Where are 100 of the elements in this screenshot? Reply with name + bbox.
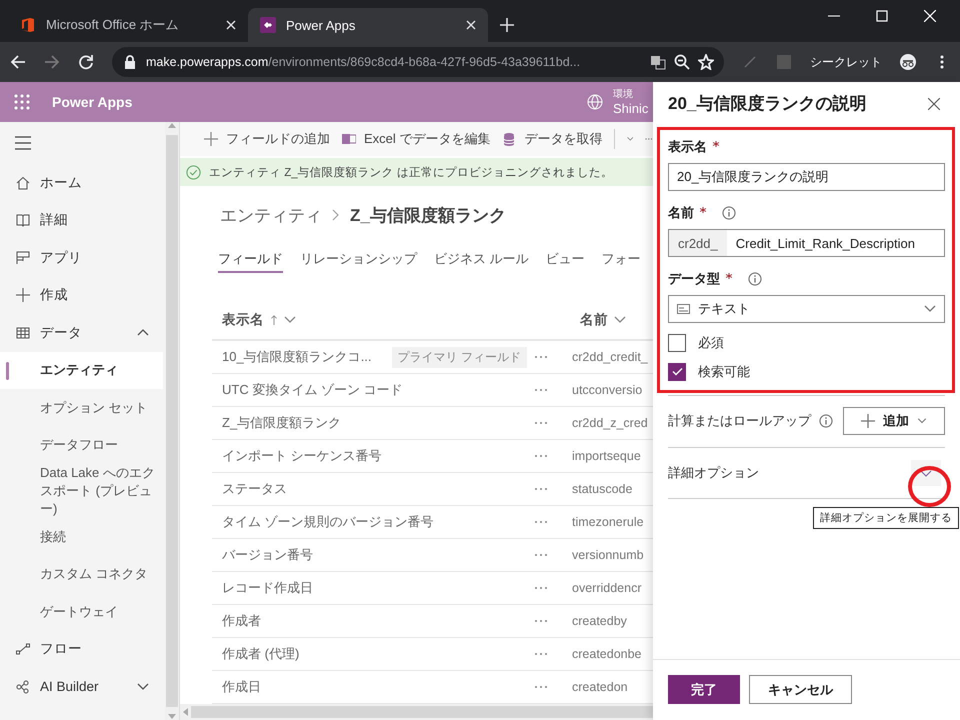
nav-item[interactable]: 作成 (0, 276, 166, 314)
table-cell: インポート シーケンス番号 (222, 447, 382, 465)
tab[interactable]: ビジネス ルール (434, 250, 529, 273)
check-circle-icon (186, 164, 201, 180)
table-cell: 作成者 (代理) (222, 645, 300, 663)
globe-icon (587, 94, 603, 110)
nav-subitem[interactable]: 接続 (0, 518, 166, 556)
checkbox-label: 検索可能 (698, 362, 750, 380)
table-cell: versionnumb (572, 548, 644, 562)
nav-subitem[interactable]: データフロー (0, 426, 166, 464)
tab[interactable]: フィールド (218, 250, 283, 273)
chevron-up-icon[interactable] (137, 328, 150, 337)
reload-icon[interactable] (78, 54, 94, 70)
checkbox-label: 必須 (698, 334, 724, 352)
field-label: 計算またはロールアップ (668, 412, 811, 430)
more-icon[interactable] (534, 520, 548, 524)
tab[interactable]: ビュー (546, 250, 585, 273)
info-icon[interactable] (748, 272, 762, 286)
section-label: 詳細オプション (668, 464, 759, 482)
toolbar-button[interactable]: データを取得 (502, 130, 602, 148)
nav-subitem[interactable]: オプション セット (0, 389, 166, 426)
nav-item[interactable]: データ (0, 314, 166, 352)
dropdown[interactable]: テキスト (668, 295, 945, 323)
incognito-icon (900, 54, 916, 70)
more-icon[interactable] (534, 487, 548, 491)
table-cell: statuscode (572, 482, 632, 496)
close-icon[interactable] (928, 98, 940, 110)
table-cell: cr2dd_z_cred (572, 416, 648, 430)
zoom-out-icon[interactable] (674, 54, 690, 70)
more-icon[interactable] (534, 652, 548, 656)
profile-label[interactable]: シークレット (810, 54, 882, 70)
nav-item[interactable]: アプリ (0, 239, 166, 276)
nav-subitem[interactable]: ゲートウェイ (0, 593, 166, 630)
star-icon[interactable] (698, 54, 714, 70)
toolbar-button[interactable]: フィールドの追加 (204, 130, 330, 148)
table-cell: createdon (572, 680, 628, 694)
nav-item[interactable]: AI Builder (0, 668, 166, 706)
more-icon[interactable] (534, 355, 548, 359)
browser-tab[interactable]: Power Apps (248, 8, 488, 42)
scrollbar[interactable] (180, 704, 653, 720)
browser-tab[interactable]: Microsoft Office ホーム (8, 8, 248, 42)
field-label: 表示名 (668, 138, 707, 156)
more-icon[interactable] (645, 137, 653, 141)
toolbar-button[interactable]: Excel でデータを編集 (342, 130, 490, 148)
info-icon[interactable] (722, 206, 736, 220)
table-cell: 作成者 (222, 612, 261, 630)
menu-icon[interactable] (15, 136, 31, 150)
nav-subitem[interactable]: カスタム コネクタ (0, 556, 166, 593)
plus-icon[interactable] (500, 18, 514, 32)
nav-item[interactable]: ホーム (0, 164, 166, 202)
forward-arrow-icon[interactable] (44, 54, 60, 70)
breadcrumb-current: Z_与信限度額ランク (350, 204, 506, 226)
chevron-down-icon (284, 315, 296, 325)
info-icon[interactable] (819, 414, 833, 428)
more-icon[interactable] (534, 685, 548, 689)
tab[interactable]: リレーションシップ (300, 250, 417, 273)
cancel-button[interactable]: キャンセル (749, 675, 852, 704)
checkbox[interactable] (668, 334, 686, 352)
chevron-down-icon (920, 470, 932, 476)
nav-item[interactable]: 詳細 (0, 202, 166, 239)
tooltip: 詳細オプションを展開する (813, 507, 959, 529)
nodes-icon (16, 680, 30, 694)
table-cell: レコード作成日 (222, 579, 313, 597)
column-header[interactable]: 名前 (570, 311, 653, 329)
nav-subitem[interactable]: Data Lake へのエクスポート (プレビュー) (0, 464, 166, 518)
nav-item[interactable]: フロー (0, 630, 166, 668)
more-icon[interactable] (534, 619, 548, 623)
tab[interactable]: フォー (602, 250, 641, 273)
table-cell: overriddencr (572, 581, 642, 595)
table-cell: createdby (572, 614, 627, 628)
column-header[interactable]: 表示名 (212, 311, 512, 329)
translate-icon[interactable] (650, 54, 666, 70)
home-icon (16, 176, 30, 190)
checkbox[interactable] (668, 362, 686, 380)
more-icon[interactable] (534, 388, 548, 392)
flow-icon (16, 642, 30, 656)
more-icon[interactable] (534, 454, 548, 458)
breadcrumb-link[interactable]: エンティティ (220, 204, 322, 226)
chevron-down-icon[interactable] (626, 135, 634, 143)
nav-subitem[interactable]: エンティティ (0, 352, 164, 389)
spreadsheet-icon (342, 132, 356, 146)
back-arrow-icon[interactable] (10, 54, 26, 70)
maximize-icon[interactable] (876, 10, 888, 22)
chevron-down-icon[interactable] (137, 682, 150, 691)
plus-icon (204, 132, 218, 146)
table-cell: createdonbe (572, 647, 642, 661)
tab-title: Microsoft Office ホーム (46, 16, 180, 34)
more-icon[interactable] (534, 421, 548, 425)
table-cell: timezonerule (572, 515, 644, 529)
text-input[interactable]: cr2dd_ Credit_Limit_Rank_Description (668, 229, 945, 257)
table-cell: 10_与信限度額ランクコ... (222, 348, 372, 366)
app-launcher-icon[interactable] (14, 94, 30, 110)
address-bar[interactable]: make.powerapps.com/environments/869c8cd4-b68a-427f-96d5-43a39611bd... (112, 47, 724, 77)
done-button[interactable]: 完了 (668, 675, 740, 704)
more-icon[interactable] (534, 586, 548, 590)
add-button[interactable]: 追加 (843, 407, 945, 435)
chevron-down-icon (917, 418, 927, 424)
more-icon[interactable] (534, 553, 548, 557)
field-tag: プライマリ フィールド (392, 346, 527, 368)
text-input[interactable]: 20_与信限度ランクの説明 (668, 163, 945, 191)
